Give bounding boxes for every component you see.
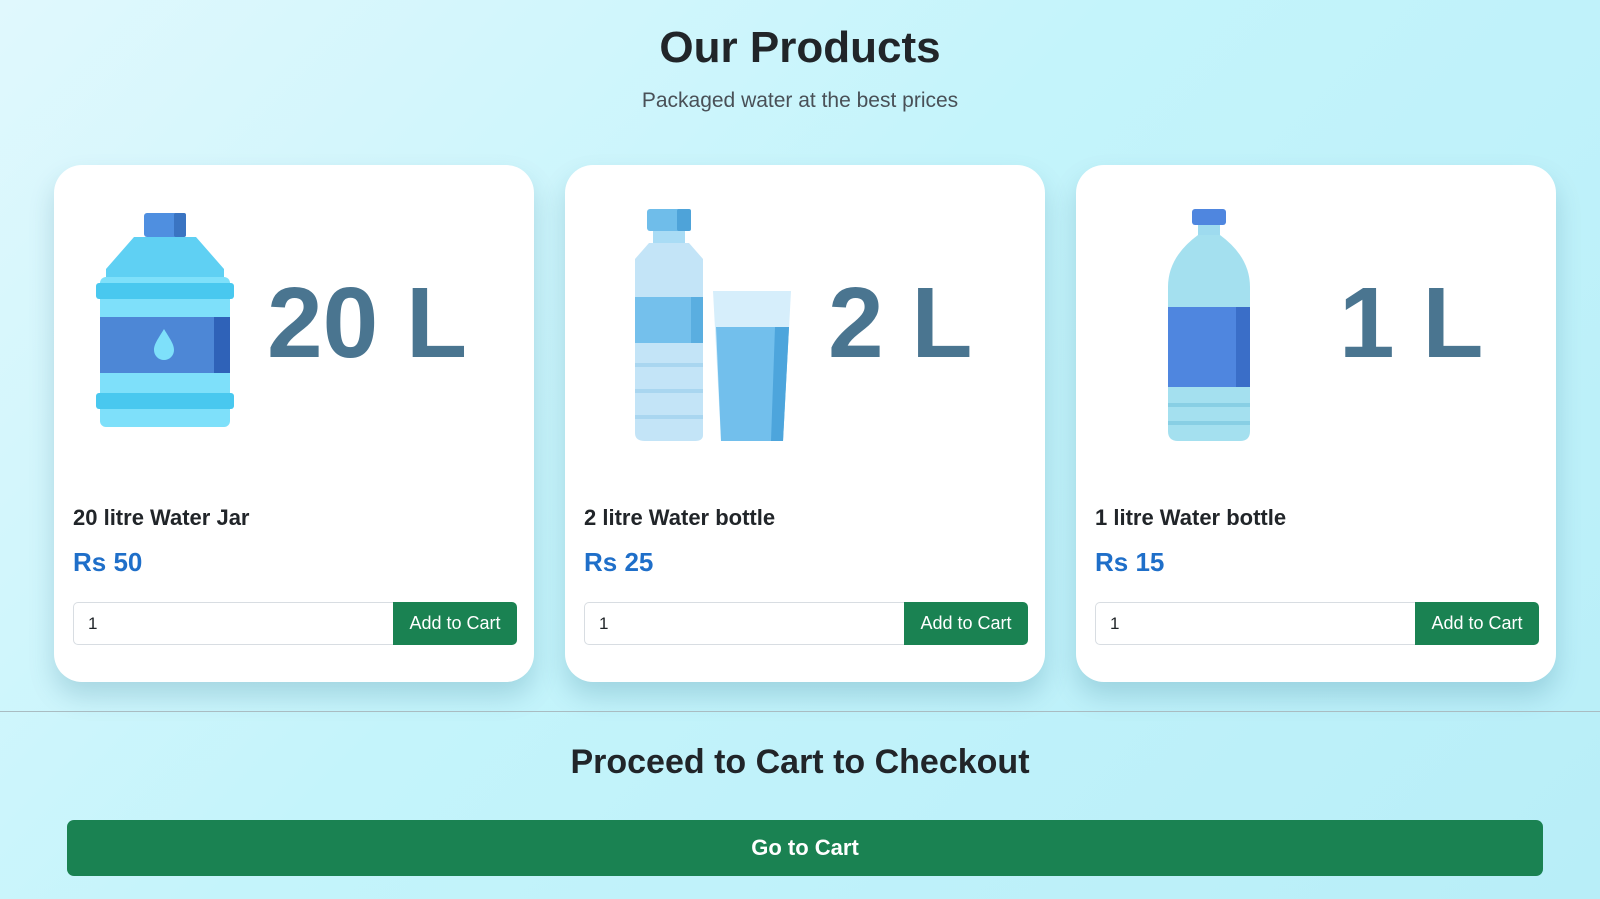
add-to-cart-button[interactable]: Add to Cart (1415, 602, 1539, 645)
add-to-cart-group: Add to Cart (1095, 602, 1539, 645)
product-price: Rs 15 (1095, 547, 1165, 577)
product-image-20l: 20 L (72, 195, 516, 445)
product-list: 20 L 20 litre Water Jar Rs 50 Add to Car… (54, 165, 1556, 682)
add-to-cart-group: Add to Cart (584, 602, 1028, 645)
capacity-label-2l: 2 L (828, 267, 972, 379)
capacity-label-20l: 20 L (267, 267, 467, 379)
product-card-20l-jar: 20 L 20 litre Water Jar Rs 50 Add to Car… (54, 165, 534, 682)
quantity-input[interactable] (73, 602, 393, 645)
add-to-cart-button[interactable]: Add to Cart (904, 602, 1028, 645)
product-name: 2 litre Water bottle (584, 505, 776, 530)
page-title: Our Products (659, 23, 941, 72)
quantity-input[interactable] (584, 602, 904, 645)
product-image-2l: 2 L (583, 195, 1027, 445)
add-to-cart-group: Add to Cart (73, 602, 517, 645)
section-divider (0, 711, 1600, 712)
product-card-1l-bottle: 1 L 1 litre Water bottle Rs 15 Add to Ca… (1076, 165, 1556, 682)
product-card-2l-bottle: 2 L 2 litre Water bottle Rs 25 Add to Ca… (565, 165, 1045, 682)
checkout-heading: Proceed to Cart to Checkout (570, 743, 1030, 781)
product-image-1l: 1 L (1094, 195, 1538, 445)
water-bottle-glass-icon: 2 L (635, 209, 972, 441)
product-price: Rs 50 (73, 547, 143, 577)
capacity-label-1l: 1 L (1339, 267, 1483, 379)
quantity-input[interactable] (1095, 602, 1415, 645)
page-header: Our Products Packaged water at the best … (0, 18, 1600, 114)
water-bottle-icon: 1 L (1168, 209, 1483, 441)
page-subtitle: Packaged water at the best prices (641, 89, 959, 112)
product-price: Rs 25 (584, 547, 654, 577)
go-to-cart-button[interactable]: Go to Cart (67, 820, 1543, 876)
product-name: 1 litre Water bottle (1095, 505, 1287, 530)
product-name: 20 litre Water Jar (73, 505, 250, 530)
water-jar-icon: 20 L (96, 213, 467, 427)
add-to-cart-button[interactable]: Add to Cart (393, 602, 517, 645)
